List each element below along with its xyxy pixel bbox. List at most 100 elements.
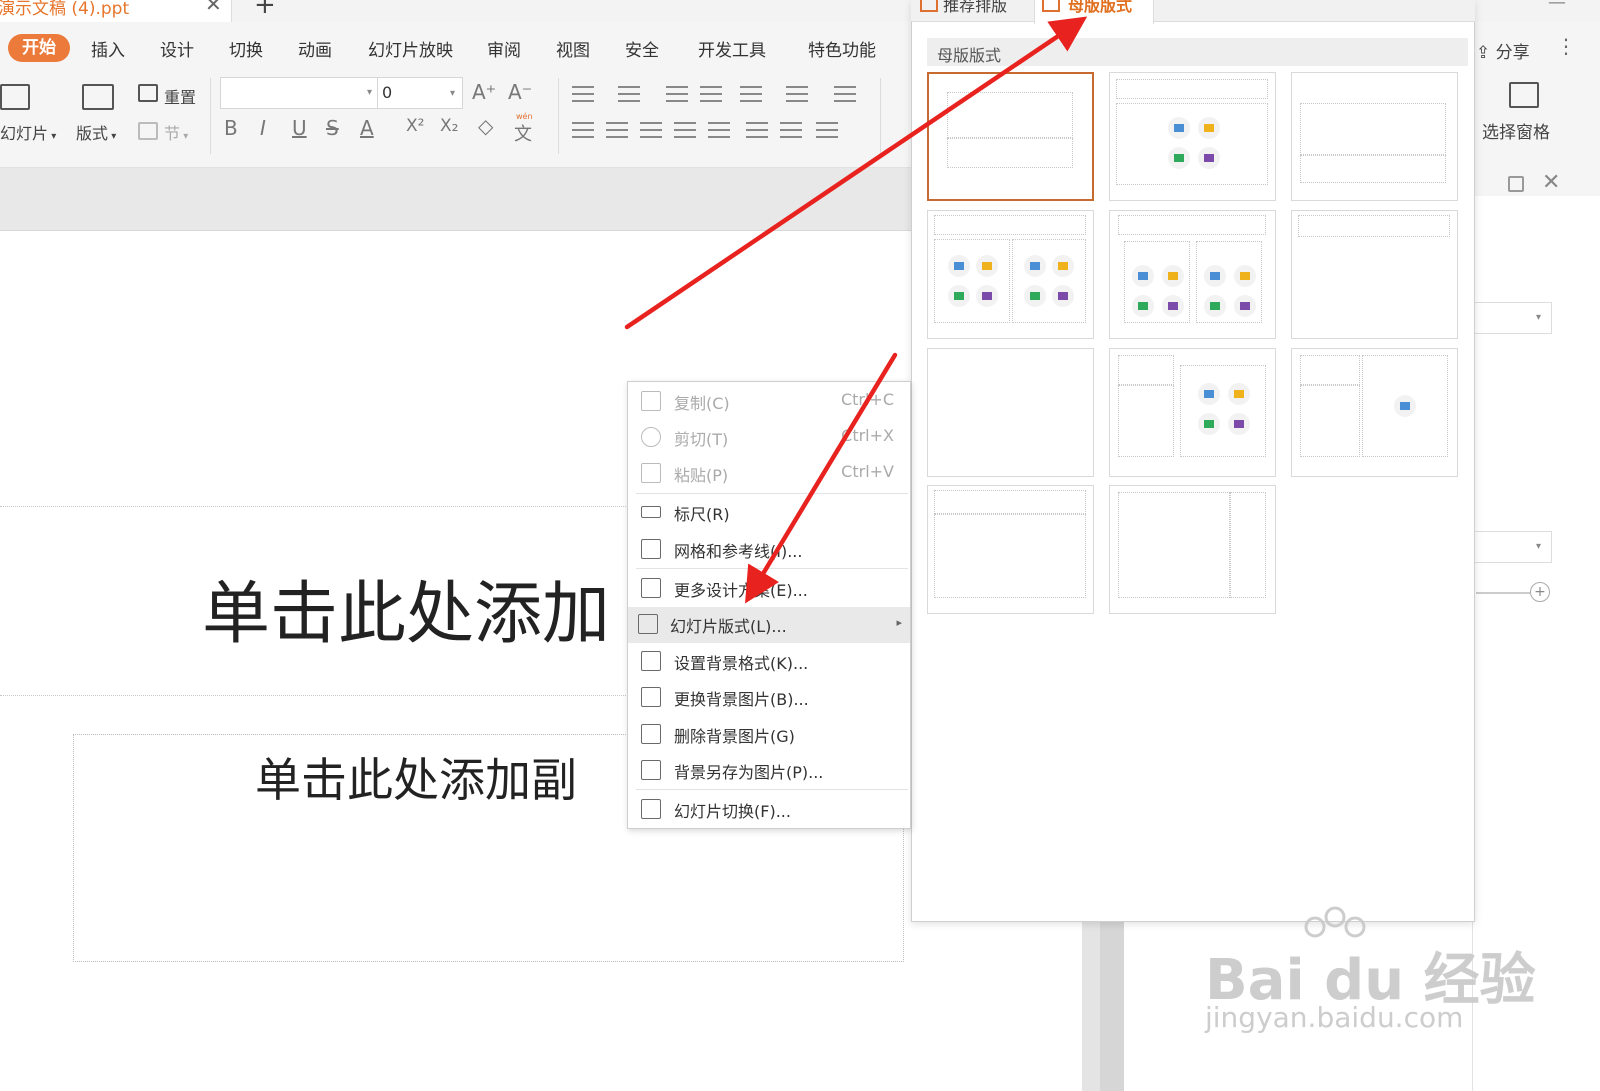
lock-icon[interactable] [1508,176,1524,192]
layout-icon[interactable] [82,84,114,110]
phonetic-guide-icon[interactable]: 文 wén [514,112,533,146]
tab-master-layout-label[interactable]: 母版版式 [1042,0,1132,16]
align-center-icon[interactable] [606,122,628,138]
menu-item-delete-background[interactable]: 删除背景图片(G) [628,717,910,751]
text-align-vertical-icon[interactable] [834,86,856,102]
layout-thumbnail-two-content[interactable] [927,210,1094,339]
layout-thumbnail-title-only[interactable] [1291,210,1458,339]
layout-thumbnail-picture-caption[interactable] [1291,348,1458,477]
paragraph-spacing-icon[interactable] [746,122,768,138]
close-tab-icon[interactable]: ✕ [205,0,222,16]
superscript-icon[interactable]: X² [406,116,424,136]
video-icon [1198,147,1220,169]
select-pane-button[interactable]: 选择窗格 [1482,118,1550,143]
menu-item-save-background[interactable]: 背景另存为图片(P)... [628,753,910,787]
menu-item-label: 剪切(T) [674,430,729,449]
tab-insert[interactable]: 插入 [91,36,125,61]
layout-thumbnail-title-content[interactable] [1109,72,1276,201]
menu-item-background-format[interactable]: 设置背景格式(K)... [628,644,910,678]
layout-thumbnail-title-vertical-text[interactable] [927,485,1094,614]
tab-special[interactable]: 特色功能 [808,36,876,61]
strikethrough-icon[interactable]: S [326,116,339,140]
minimize-icon[interactable]: — [1548,0,1566,13]
layout-thumbnail-content-caption[interactable] [1109,348,1276,477]
menu-item-change-background[interactable]: 更换背景图片(B)... [628,680,910,714]
tab-transition[interactable]: 切换 [229,36,263,61]
layout-thumbnail-blank[interactable] [927,348,1094,477]
share-label: 分享 [1495,43,1530,63]
menu-item-more-design[interactable]: 更多设计方案(E)... [628,571,910,605]
tab-design[interactable]: 设计 [160,36,194,61]
menu-item-copy[interactable]: 复制(C) Ctrl+C [628,384,910,418]
title-placeholder-text[interactable]: 单击此处添加 [202,558,610,657]
clear-format-icon[interactable]: ◇ [478,114,493,138]
layout-thumbnail-section-header[interactable] [1291,72,1458,201]
more-options-icon[interactable]: ⋮ [1556,34,1576,58]
new-slide-icon[interactable] [0,84,30,110]
text-direction-icon[interactable] [740,86,762,102]
video-icon [1234,295,1256,317]
tab-recommended-label: 推荐排版 [943,0,1008,15]
bullet-list-icon[interactable] [572,86,594,102]
new-slide-button[interactable]: 幻灯片 ▾ [0,120,56,144]
layout-thumbnail-comparison[interactable] [1109,210,1276,339]
menu-item-label: 更多设计方案(E)... [674,581,808,600]
numbered-list-icon[interactable] [618,86,640,102]
layout-button[interactable]: 版式 ▾ [76,120,116,144]
font-color-icon[interactable]: A [360,116,374,140]
justify-icon[interactable] [674,122,696,138]
align-left-icon[interactable] [572,122,594,138]
layout-thumbnail-vertical-title[interactable] [1109,485,1276,614]
menu-item-cut[interactable]: 剪切(T) Ctrl+X [628,420,910,454]
distributed-icon[interactable] [708,122,730,138]
layout-thumbnail-title[interactable] [927,72,1094,201]
zoom-plus-icon[interactable]: + [1530,582,1550,602]
increase-font-icon[interactable]: A⁺ [472,80,496,104]
reset-button[interactable]: 重置 [164,84,196,108]
tab-slideshow[interactable]: 幻灯片放映 [368,36,453,61]
bold-icon[interactable]: B [224,116,238,140]
line-spacing-icon[interactable] [786,86,808,102]
more-paragraph-icon[interactable] [816,122,838,138]
ribbon-divider [558,78,559,154]
document-tab[interactable]: 演示文稿 (4).ppt ✕ [0,0,232,22]
section-icon[interactable] [138,122,158,140]
tab-review[interactable]: 审阅 [487,36,521,61]
align-right-icon[interactable] [640,122,662,138]
menu-item-paste[interactable]: 粘贴(P) Ctrl+V [628,456,910,490]
tab-recommended-layout[interactable]: 推荐排版 [920,0,1007,16]
new-tab-button[interactable]: + [254,0,276,20]
column-icon[interactable] [780,122,802,138]
close-pane-icon[interactable]: ✕ [1542,170,1560,195]
select-pane-icon[interactable] [1482,82,1566,108]
image-icon [1024,255,1046,277]
italic-icon[interactable]: I [260,116,266,140]
table-icon [1168,147,1190,169]
tab-view[interactable]: 视图 [556,36,590,61]
reset-icon[interactable] [138,84,158,102]
decrease-font-icon[interactable]: A⁻ [508,80,532,104]
vertical-scrollbar[interactable] [1100,900,1124,1091]
pane-dropdown[interactable]: ▾ [1472,302,1552,334]
tab-security[interactable]: 安全 [625,36,659,61]
pane-slider[interactable] [1476,592,1530,594]
tab-developer[interactable]: 开发工具 [698,36,766,61]
section-label: 节 [164,124,181,143]
tab-animation[interactable]: 动画 [298,36,332,61]
decrease-indent-icon[interactable] [666,86,688,102]
increase-indent-icon[interactable] [700,86,722,102]
menu-item-grid[interactable]: 网格和参考线(I)... [628,532,910,566]
section-button[interactable]: 节 ▾ [164,120,188,144]
menu-item-ruler[interactable]: 标尺(R) [628,495,910,529]
tab-start[interactable]: 开始 [8,34,70,62]
subtitle-placeholder-text[interactable]: 单击此处添加副 [255,744,577,810]
underline-icon[interactable]: U [292,116,307,140]
share-button[interactable]: ⇪ 分享 [1476,38,1530,63]
pane-dropdown[interactable]: ▾ [1472,531,1552,563]
font-name-field[interactable]: ▾ [220,77,378,109]
menu-item-slide-transition[interactable]: 幻灯片切换(F)... [628,792,910,826]
menu-item-label: 粘贴(P) [674,466,729,485]
font-size-field[interactable]: 0 ▾ [377,77,463,109]
subscript-icon[interactable]: X₂ [440,116,458,136]
menu-item-slide-layout[interactable]: 幻灯片版式(L)... ▸ [628,607,910,643]
